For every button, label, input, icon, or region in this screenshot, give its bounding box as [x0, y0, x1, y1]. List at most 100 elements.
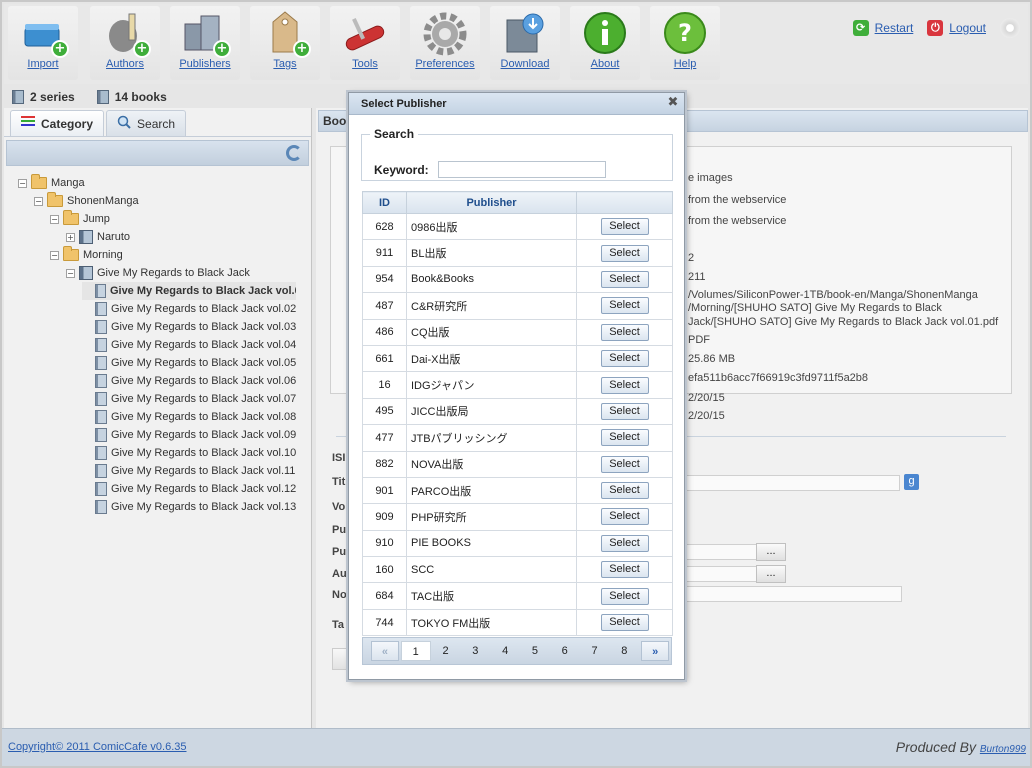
refresh-icon[interactable] — [286, 145, 302, 161]
tree-folder-item[interactable]: − Morning — [50, 246, 123, 264]
collapse-toggle-icon[interactable]: − — [50, 250, 59, 260]
folder-icon — [31, 174, 47, 189]
page-number-button[interactable]: 5 — [520, 641, 550, 661]
tree-book-item[interactable]: Give My Regards to Black Jack vol.13 — [82, 498, 296, 516]
tree-book-item[interactable]: Give My Regards to Black Jack vol.04 — [82, 336, 296, 354]
tree-book-item[interactable]: Give My Regards to Black Jack vol.11 — [82, 462, 295, 480]
select-button[interactable]: Select — [600, 402, 649, 420]
publishers-icon: + — [181, 10, 231, 58]
page-number-button[interactable]: 2 — [431, 641, 461, 661]
collapse-toggle-icon[interactable]: − — [34, 196, 43, 206]
select-button[interactable]: Select — [600, 534, 649, 552]
book-icon — [95, 356, 107, 370]
page-number-button[interactable]: 8 — [609, 641, 639, 661]
select-button[interactable]: Select — [600, 270, 649, 288]
page-number-button[interactable]: 3 — [460, 641, 490, 661]
select-button[interactable]: Select — [600, 376, 649, 394]
select-button[interactable]: Select — [600, 614, 649, 632]
keyword-label: Keyword: — [374, 163, 429, 177]
copyright-link[interactable]: Copyright© 2011 ComicCafe v0.6.35 — [8, 741, 187, 753]
page-number-button[interactable]: 1 — [400, 641, 431, 661]
table-row: 486 CQ出版 Select — [362, 318, 673, 346]
action-cell: Select — [576, 424, 673, 452]
select-button[interactable]: Select — [600, 218, 649, 236]
tree-series-item[interactable]: − Give My Regards to Black Jack — [66, 264, 250, 282]
toolbar-authors[interactable]: + Authors — [90, 6, 160, 80]
tree-item-label: Give My Regards to Black Jack vol.02 — [111, 303, 297, 315]
page-number-button[interactable]: 4 — [490, 641, 520, 661]
collapse-toggle-icon[interactable]: − — [18, 178, 27, 188]
toolbar-download[interactable]: Download — [490, 6, 560, 80]
select-button[interactable]: Select — [600, 482, 649, 500]
select-button[interactable]: Select — [600, 508, 649, 526]
tree-book-item[interactable]: Give My Regards to Black Jack vol.10 — [82, 444, 296, 462]
toolbar-tools[interactable]: Tools — [330, 6, 400, 80]
tab-search-label: Search — [137, 116, 176, 131]
page-number-button[interactable]: 7 — [580, 641, 610, 661]
select-button[interactable]: Select — [600, 297, 649, 315]
info-path-line: /Volumes/SiliconPower-1TB/book-en/Manga/… — [688, 289, 978, 301]
authors-icon: + — [101, 10, 151, 58]
column-header-publisher[interactable]: Publisher — [406, 191, 577, 214]
tree-book-item[interactable]: Give My Regards to Black Jack vol.07 — [82, 390, 296, 408]
restart-icon[interactable]: ⟳ — [852, 20, 869, 36]
author-link[interactable]: Burton999 — [980, 744, 1026, 755]
series-count-icon — [12, 90, 24, 104]
collapse-toggle-icon[interactable]: − — [66, 268, 75, 278]
author-field[interactable] — [686, 566, 758, 582]
tree-book-item[interactable]: Give My Regards to Black Jack vol.01 — [82, 282, 296, 300]
logout-link[interactable]: Logout — [949, 21, 986, 35]
restart-link[interactable]: Restart — [875, 21, 914, 35]
title-field[interactable] — [686, 475, 900, 491]
toolbar-help[interactable]: ? Help — [650, 6, 720, 80]
note-field[interactable] — [686, 586, 902, 602]
google-search-icon[interactable]: g — [904, 474, 919, 490]
toolbar-preferences-label: Preferences — [415, 58, 475, 70]
close-icon[interactable]: ✖ — [666, 96, 680, 110]
select-button[interactable]: Select — [600, 244, 649, 262]
tree-book-item[interactable]: Give My Regards to Black Jack vol.09 — [82, 426, 296, 444]
column-header-id[interactable]: ID — [362, 191, 407, 214]
tree-folder-item[interactable]: − Manga — [18, 174, 85, 192]
expand-toggle-icon[interactable]: + — [66, 232, 75, 242]
folder-icon — [63, 210, 79, 225]
loading-indicator-icon — [1000, 18, 1020, 38]
page-number-button[interactable]: 6 — [550, 641, 580, 661]
select-button[interactable]: Select — [600, 429, 649, 447]
collapse-toggle-icon[interactable]: − — [50, 214, 59, 224]
tree-book-item[interactable]: Give My Regards to Black Jack vol.12 — [82, 480, 296, 498]
select-button[interactable]: Select — [600, 350, 649, 368]
select-button[interactable]: Select — [600, 323, 649, 341]
tree-book-item[interactable]: Give My Regards to Black Jack vol.05 — [82, 354, 296, 372]
publisher-id: 487 — [362, 292, 407, 320]
series-icon — [79, 230, 93, 244]
book-icon — [95, 428, 107, 442]
tab-search[interactable]: Search — [106, 110, 187, 136]
toolbar-preferences[interactable]: Preferences — [410, 6, 480, 80]
toolbar-import[interactable]: + Import — [8, 6, 78, 80]
next-page-button[interactable]: » — [641, 641, 670, 661]
publisher-table: ID Publisher 628 0986出版 Select 911 BL出版 Selec… — [362, 191, 673, 637]
previous-page-button[interactable]: « — [371, 641, 399, 661]
tree-series-item[interactable]: + Naruto — [66, 228, 130, 246]
tree-book-item[interactable]: Give My Regards to Black Jack vol.06 — [82, 372, 296, 390]
select-button[interactable]: Select — [600, 455, 649, 473]
toolbar-publishers[interactable]: + Publishers — [170, 6, 240, 80]
keyword-input[interactable] — [438, 161, 606, 178]
tree-item-label: Naruto — [97, 231, 131, 243]
select-button[interactable]: Select — [600, 561, 649, 579]
logout-power-icon[interactable]: ⏻ — [927, 20, 944, 36]
publisher-field[interactable] — [686, 544, 758, 560]
tree-book-item[interactable]: Give My Regards to Black Jack vol.03 — [82, 318, 296, 336]
toolbar-tags[interactable]: + Tags — [250, 6, 320, 80]
tree-folder-item[interactable]: − ShonenManga — [34, 192, 139, 210]
tree-book-item[interactable]: Give My Regards to Black Jack vol.08 — [82, 408, 296, 426]
publisher-browse-button[interactable]: ... — [756, 543, 786, 561]
toolbar-about[interactable]: About — [570, 6, 640, 80]
select-button[interactable]: Select — [600, 587, 649, 605]
publisher-id: 882 — [362, 450, 407, 478]
author-browse-button[interactable]: ... — [756, 565, 786, 583]
tree-folder-item[interactable]: − Jump — [50, 210, 110, 228]
tab-category[interactable]: Category — [10, 110, 105, 136]
tree-book-item[interactable]: Give My Regards to Black Jack vol.02 — [82, 300, 296, 318]
